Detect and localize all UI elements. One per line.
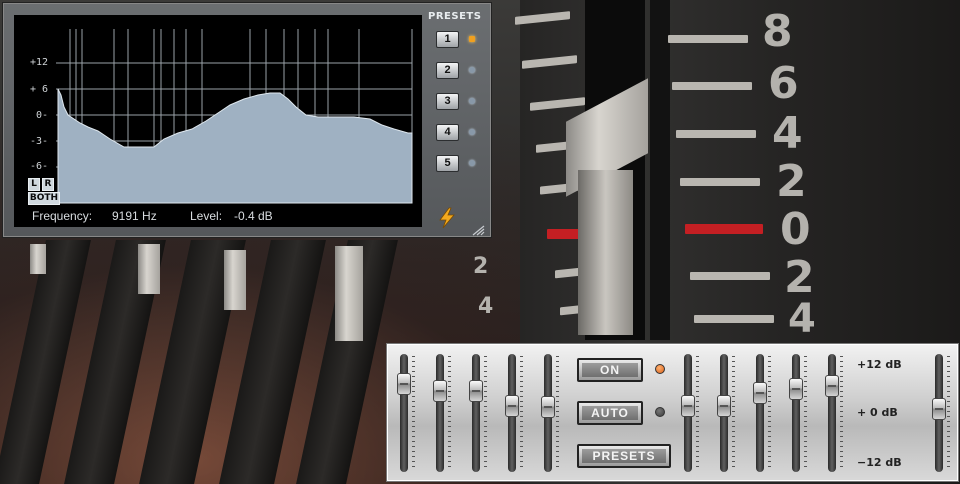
band-slider-10-track (828, 354, 836, 472)
preset-indicator-led (469, 98, 475, 104)
band-slider-9-knob[interactable] (789, 377, 803, 400)
frequency-label: Frequency: (32, 209, 93, 223)
preset-button-5[interactable]: 5 (436, 155, 459, 172)
preset-button-3[interactable]: 3 (436, 93, 459, 110)
preset-indicator-led (469, 129, 475, 135)
scale-number: 2 (473, 254, 489, 279)
spectrum-analyzer-window: +12 + 6 0- -3- -6- L R BOTH Frequency: 9… (3, 3, 491, 237)
scale-number: 4 (478, 294, 494, 319)
band-slider-10-ticks (840, 356, 843, 470)
both-channels-button[interactable]: BOTH (28, 192, 60, 205)
scale-mark (690, 272, 770, 280)
fader-body-photo (578, 170, 633, 335)
band-slider-10-knob[interactable] (825, 375, 839, 398)
lightning-icon[interactable] (436, 207, 458, 229)
fader-slot-shadow (650, 0, 670, 340)
auto-indicator-led (655, 407, 665, 417)
band-slider-3-track (472, 354, 480, 472)
preset-button-2[interactable]: 2 (436, 62, 459, 79)
left-channel-button[interactable]: L (28, 178, 40, 191)
band-slider-5-ticks (556, 356, 559, 470)
on-button-label: ON (582, 363, 638, 377)
band-slider-1-track (400, 354, 408, 472)
preset-button-4[interactable]: 4 (436, 124, 459, 141)
status-bar: Frequency: 9191 Hz Level: -0.4 dB (14, 205, 422, 227)
y-axis-label: +12 (30, 57, 49, 68)
band-slider-2-ticks (448, 356, 451, 470)
scale-middle-label: + 0 dB (857, 406, 898, 419)
auto-button[interactable]: AUTO (577, 401, 643, 425)
scale-number: 4 (788, 296, 816, 342)
band-slider-9-track (792, 354, 800, 472)
auto-button-label: AUTO (582, 406, 638, 420)
presets-button-label: PRESETS (582, 449, 666, 463)
scale-top-label: +12 dB (857, 358, 902, 371)
y-axis-label: -6- (30, 161, 49, 172)
spectrum-graph (56, 29, 413, 204)
band-slider-2-knob[interactable] (433, 379, 447, 402)
band-slider-9-ticks (804, 356, 807, 470)
band-slider-8-ticks (768, 356, 771, 470)
preset-indicator-led (469, 36, 475, 42)
band-slider-6-ticks (696, 356, 699, 470)
frequency-value: 9191 Hz (112, 209, 157, 223)
scale-number: 2 (776, 156, 807, 207)
scale-bottom-label: −12 dB (857, 456, 902, 469)
band-slider-2-track (436, 354, 444, 472)
scale-mark (672, 82, 752, 90)
resize-grip-icon[interactable] (468, 224, 486, 236)
level-label: Level: (190, 209, 223, 223)
band-slider-8-knob[interactable] (753, 382, 767, 405)
scale-number: 8 (762, 6, 793, 57)
background-photo: 8 6 4 2 0 2 4 2 4 +12 + 6 0- -3- -6- L R… (0, 0, 960, 484)
presets-button[interactable]: PRESETS (577, 444, 671, 468)
band-slider-8-track (756, 354, 764, 472)
band-slider-6-knob[interactable] (681, 394, 695, 417)
y-axis-label: -3- (30, 136, 49, 147)
equalizer-panel: ON AUTO PRESETS +12 dB + 0 dB −12 dB (386, 343, 959, 482)
preset-indicator-led (469, 160, 475, 166)
on-button[interactable]: ON (577, 358, 643, 382)
presets-title: PRESETS (428, 11, 482, 22)
preset-indicator-led (469, 67, 475, 73)
level-value: -0.4 dB (234, 209, 273, 223)
band-slider-7-ticks (732, 356, 735, 470)
fader-cap-photo (30, 244, 46, 274)
scale-mark (680, 178, 760, 186)
output-slider-ticks (947, 356, 950, 470)
spectrum-display[interactable]: +12 + 6 0- -3- -6- L R BOTH (14, 15, 422, 205)
y-axis-label: + 6 (30, 84, 49, 95)
scale-mark (676, 130, 756, 138)
y-axis-label: 0- (36, 110, 49, 121)
fader-cap-photo (138, 244, 160, 294)
band-slider-3-knob[interactable] (469, 379, 483, 402)
zero-mark (685, 224, 763, 234)
band-slider-3-ticks (484, 356, 487, 470)
on-indicator-led (655, 364, 665, 374)
scale-mark (694, 315, 774, 323)
scale-number: 6 (768, 58, 799, 109)
fader-cap-photo (224, 250, 246, 310)
band-slider-1-knob[interactable] (397, 372, 411, 395)
scale-number: 4 (772, 108, 803, 159)
scale-number: 0 (780, 204, 811, 255)
band-slider-5-knob[interactable] (541, 396, 555, 419)
preset-button-1[interactable]: 1 (436, 31, 459, 48)
band-slider-1-ticks (412, 356, 415, 470)
band-slider-4-knob[interactable] (505, 394, 519, 417)
output-slider-knob[interactable] (932, 398, 946, 421)
right-channel-button[interactable]: R (42, 178, 54, 191)
band-slider-7-knob[interactable] (717, 394, 731, 417)
band-slider-4-ticks (520, 356, 523, 470)
fader-cap-photo (335, 246, 363, 341)
scale-mark (668, 35, 748, 43)
